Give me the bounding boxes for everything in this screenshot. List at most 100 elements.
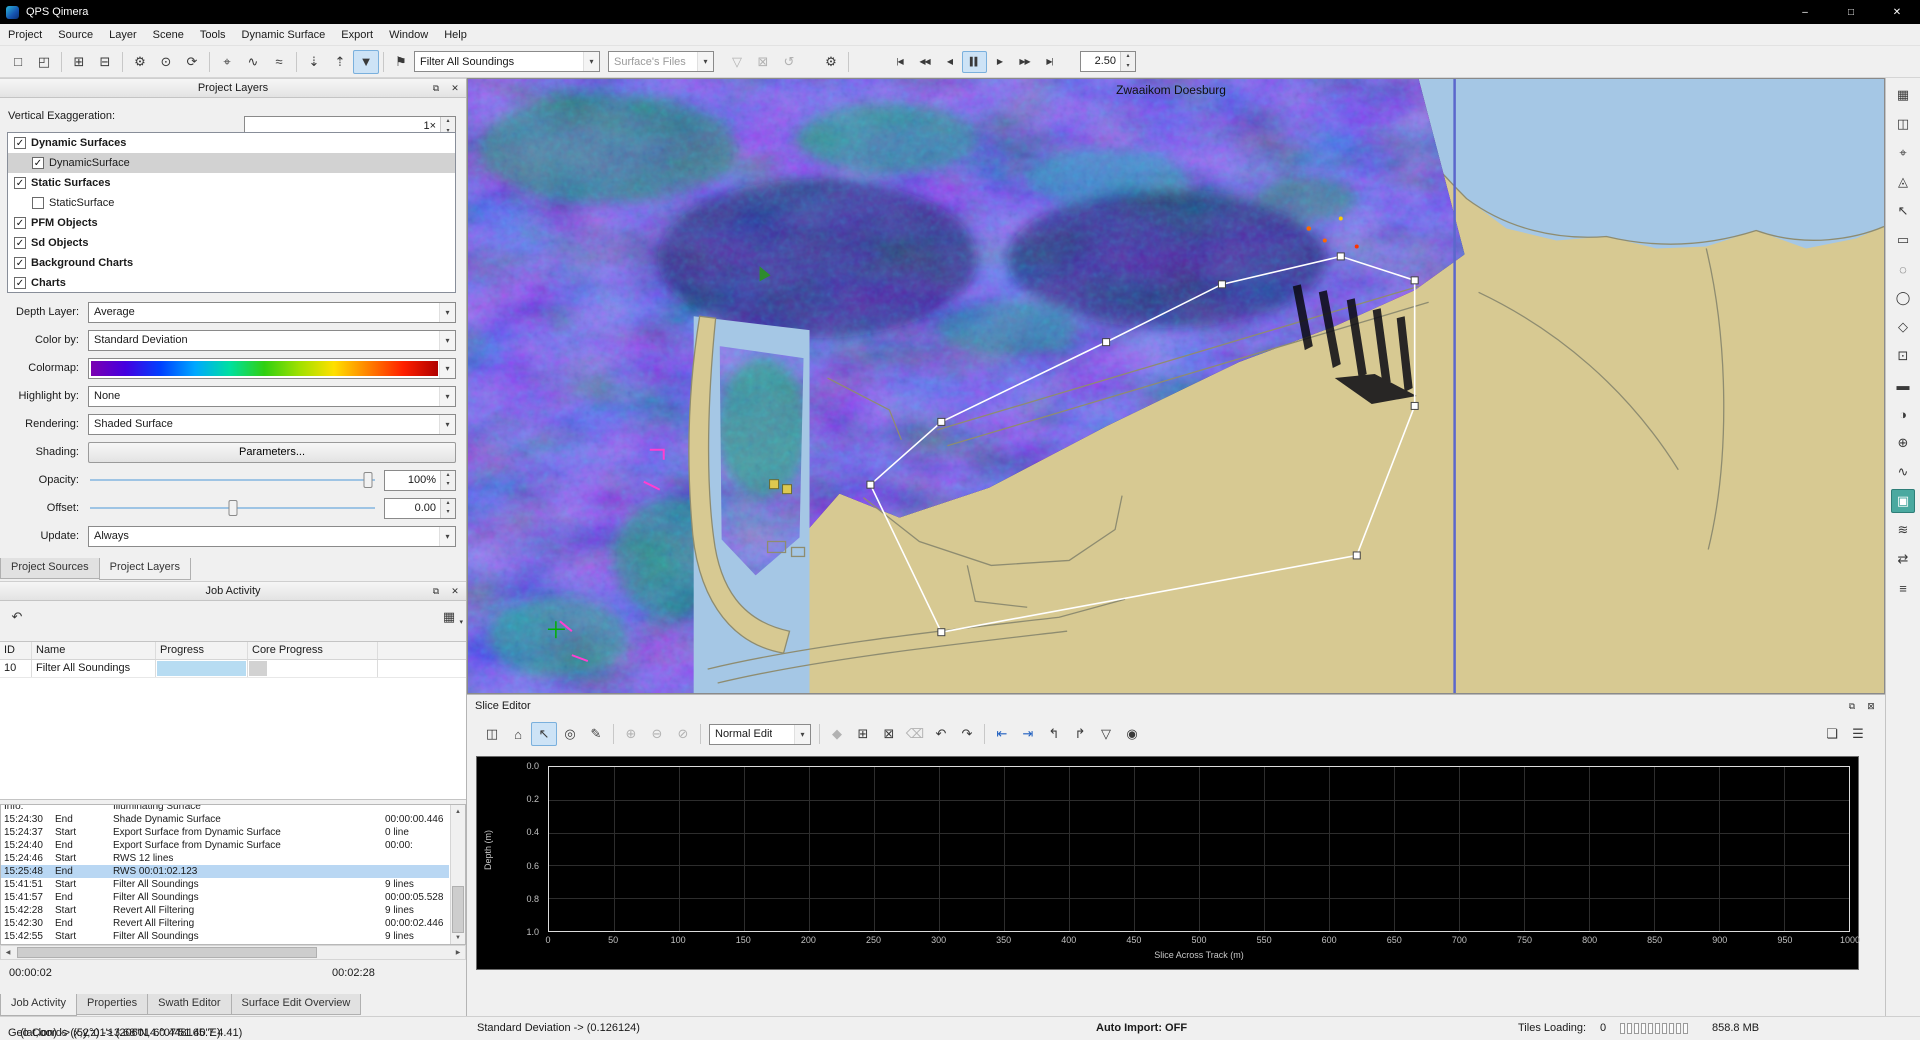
slice-edit-icon[interactable]: ✎: [583, 722, 609, 746]
undo-edit-icon[interactable]: ↶: [928, 722, 954, 746]
spin-arrows[interactable]: ▴▾: [440, 471, 455, 490]
scroll-down-icon[interactable]: ▼: [451, 931, 465, 944]
log-horizontal-scrollbar[interactable]: ◀ ▶: [0, 945, 466, 960]
redo-edit-icon[interactable]: ↷: [954, 722, 980, 746]
globe-tool-icon[interactable]: ⊕: [1891, 431, 1915, 455]
opacity-slider[interactable]: [88, 470, 377, 490]
layer-tree[interactable]: Dynamic SurfacesDynamicSurfaceStatic Sur…: [7, 132, 456, 293]
checkbox[interactable]: [32, 197, 44, 209]
menu-scene[interactable]: Scene: [145, 26, 192, 44]
layer-tree-item[interactable]: Charts: [8, 273, 455, 293]
column-header[interactable]: Progress: [156, 642, 248, 659]
checkbox[interactable]: [14, 137, 26, 149]
job-table-row[interactable]: 10Filter All Soundings: [0, 660, 466, 678]
menu-help[interactable]: Help: [436, 26, 475, 44]
colormap-select[interactable]: ▾: [88, 358, 456, 379]
highlight-by-select[interactable]: None▾: [88, 386, 456, 407]
fast-forward-icon[interactable]: ▶▶: [1012, 51, 1037, 73]
home-view-icon[interactable]: ⌂: [505, 722, 531, 746]
color-by-select[interactable]: Standard Deviation▾: [88, 330, 456, 351]
log-row[interactable]: 15:41:51StartFilter All Soundings9 lines: [1, 878, 449, 891]
plot-area[interactable]: [548, 766, 1850, 932]
close-panel-icon[interactable]: ⊠: [1863, 699, 1879, 713]
layer-display-icon[interactable]: ◫: [1891, 112, 1915, 136]
processing-settings-icon[interactable]: ⚙: [127, 50, 153, 74]
show-rejected-icon[interactable]: ⊠: [876, 722, 902, 746]
tab-swath-editor[interactable]: Swath Editor: [147, 994, 231, 1015]
filter-soundings-tool-icon[interactable]: ▼: [353, 50, 379, 74]
map-view[interactable]: Zwaaikom Doesburg: [467, 78, 1885, 694]
tab-job-activity[interactable]: Job Activity: [0, 994, 77, 1016]
step-forward-icon[interactable]: ▶: [987, 51, 1012, 73]
contour-tool-icon[interactable]: ≋: [1891, 518, 1915, 542]
depth-layer-select[interactable]: Average▾: [88, 302, 456, 323]
close-panel-icon[interactable]: ✕: [447, 584, 463, 598]
svp-editor-icon[interactable]: ∿: [240, 50, 266, 74]
log-row[interactable]: 15:42:28StartRevert All Filtering9 lines: [1, 904, 449, 917]
log-row[interactable]: 15:24:46StartRWS 12 lines: [1, 852, 449, 865]
layer-tree-item[interactable]: PFM Objects: [8, 213, 455, 233]
layer-tree-item[interactable]: Static Surfaces: [8, 173, 455, 193]
first-slice-icon[interactable]: |◀: [887, 51, 912, 73]
shading-button[interactable]: Parameters...: [88, 442, 456, 463]
layer-tree-item[interactable]: StaticSurface: [8, 193, 455, 213]
edit-mode-combo[interactable]: Normal Edit▾: [709, 724, 811, 745]
erase-tool-icon[interactable]: ⌫: [902, 722, 928, 746]
accept-soundings-icon[interactable]: ⊕: [618, 722, 644, 746]
shade-tool-icon[interactable]: ◑: [1891, 402, 1915, 426]
close-button[interactable]: ✕: [1874, 0, 1920, 24]
export-view-icon[interactable]: ≡: [1891, 576, 1915, 600]
log-row[interactable]: Info:Illuminating Surface: [1, 804, 449, 813]
slice-width-spinner[interactable]: 2.50▴▾: [1080, 51, 1136, 72]
update-select[interactable]: Always▾: [88, 526, 456, 547]
auto-processing-icon[interactable]: ⊙: [153, 50, 179, 74]
checkbox[interactable]: [14, 277, 26, 289]
offset-spinbox[interactable]: 0.00▴▾: [384, 498, 456, 519]
select-cursor-icon[interactable]: ↖: [1891, 199, 1915, 223]
checkbox[interactable]: [14, 177, 26, 189]
lasso-select-icon[interactable]: ◌: [1891, 257, 1915, 281]
menu-layer[interactable]: Layer: [101, 26, 145, 44]
spin-arrows[interactable]: ▴▾: [1120, 52, 1135, 71]
slice-chart[interactable]: Depth (m) 0.00.20.40.60.81.0 05010015020…: [476, 756, 1859, 970]
log-row[interactable]: 15:24:40EndExport Surface from Dynamic S…: [1, 839, 449, 852]
tab-properties[interactable]: Properties: [76, 994, 148, 1015]
minimize-button[interactable]: –: [1782, 0, 1828, 24]
column-header[interactable]: ID: [0, 642, 32, 659]
geo-pick-tool-icon[interactable]: ⇣: [301, 50, 327, 74]
polygon-select-icon[interactable]: ◇: [1891, 315, 1915, 339]
rect-select-icon[interactable]: ▭: [1891, 228, 1915, 252]
scroll-right-icon[interactable]: ▶: [451, 946, 465, 959]
log-row[interactable]: 15:42:30EndRevert All Filtering00:00:02.…: [1, 917, 449, 930]
offset-slider-handle[interactable]: [228, 500, 237, 516]
report-icon[interactable]: ❏: [1819, 722, 1845, 746]
swap-view-icon[interactable]: ⇄: [1891, 547, 1915, 571]
add-processed-files-icon[interactable]: ⊟: [92, 50, 118, 74]
spin-arrows[interactable]: ▴▾: [440, 499, 455, 518]
pause-icon[interactable]: ▌▌: [962, 51, 987, 73]
zoom-window-icon[interactable]: ⊡: [1891, 344, 1915, 368]
float-panel-icon[interactable]: ⧉: [1844, 699, 1860, 713]
surface-files-combo[interactable]: Surface's Files▾: [608, 51, 714, 72]
job-log[interactable]: Info:Illuminating Surface15:24:30EndShad…: [0, 804, 466, 945]
menu-dynamic-surface[interactable]: Dynamic Surface: [234, 26, 334, 44]
reject-soundings-icon[interactable]: ⊖: [644, 722, 670, 746]
reprocess-icon[interactable]: ⟳: [179, 50, 205, 74]
accept-filter-icon[interactable]: ▽: [724, 50, 750, 74]
profile-pick-tool-icon[interactable]: ⇡: [327, 50, 353, 74]
step-backward-icon[interactable]: ◀: [937, 51, 962, 73]
log-row[interactable]: 15:41:57EndFilter All Soundings00:00:05.…: [1, 891, 449, 904]
checkbox[interactable]: [32, 157, 44, 169]
layer-tree-item[interactable]: DynamicSurface: [8, 153, 455, 173]
float-panel-icon[interactable]: ⧉: [428, 584, 444, 598]
log-row[interactable]: 15:24:37StartExport Surface from Dynamic…: [1, 826, 449, 839]
log-options-icon[interactable]: ▦: [436, 605, 462, 629]
menu-project[interactable]: Project: [0, 26, 50, 44]
vessel-editor-icon[interactable]: ⌖: [214, 50, 240, 74]
tab-project-layers[interactable]: Project Layers: [99, 558, 191, 580]
tab-surface-edit-overview[interactable]: Surface Edit Overview: [231, 994, 362, 1015]
reject-filter-icon[interactable]: ⊠: [750, 50, 776, 74]
block-edit-icon[interactable]: ◆: [824, 722, 850, 746]
checkbox[interactable]: [14, 237, 26, 249]
scroll-left-icon[interactable]: ◀: [1, 946, 15, 959]
